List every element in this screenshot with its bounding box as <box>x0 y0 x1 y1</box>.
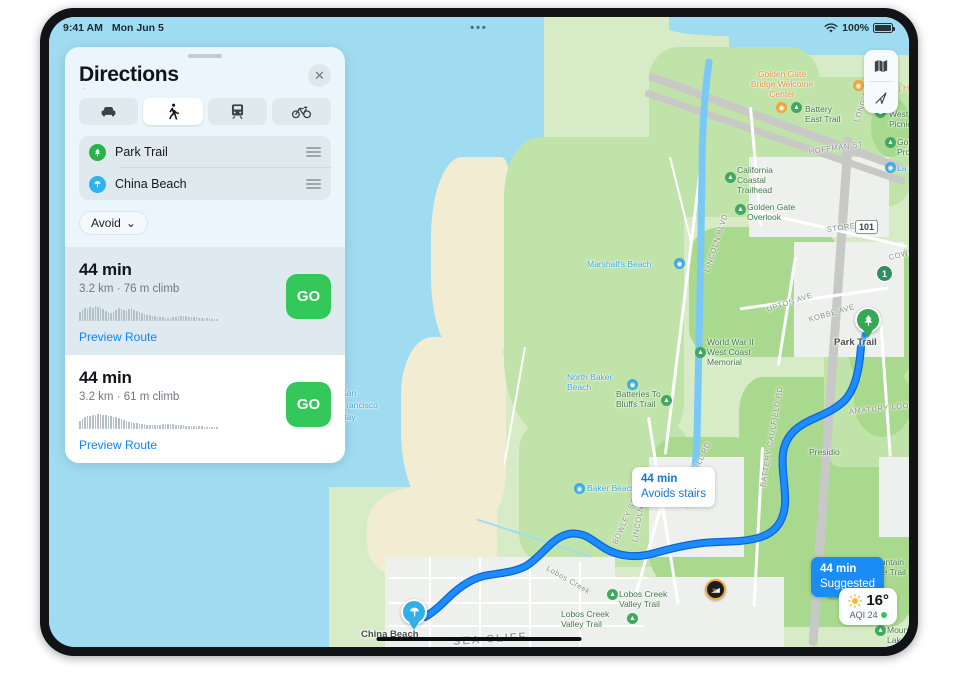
highway-shield: 1 <box>876 265 893 282</box>
route-option-card[interactable]: 44 min 3.2 km · 76 m climb Preview Route GO <box>65 247 345 355</box>
weather-aqi: AQI 24 <box>847 610 889 620</box>
battery-percent: 100% <box>842 22 869 34</box>
endpoint-row-destination[interactable]: China Beach <box>79 168 331 200</box>
close-icon: ✕ <box>314 67 325 83</box>
avoid-label: Avoid <box>91 216 121 230</box>
transport-mode-tabs <box>65 87 345 125</box>
route-endpoints: Park Trail China Beach · · · <box>79 77 331 200</box>
reorder-handle-icon[interactable] <box>306 147 321 157</box>
route-card-info: 44 min 3.2 km · 61 m climb Preview Route <box>79 368 286 452</box>
aqi-status-dot <box>880 612 887 618</box>
weather-widget[interactable]: 16° AQI 24 <box>839 588 897 625</box>
map-pin-end[interactable] <box>401 599 427 625</box>
camera-indicator: ••• <box>470 22 488 34</box>
elevation-profile-chart <box>79 302 286 321</box>
poi-dot-golden-gate-promenade[interactable]: ▲ <box>885 137 896 148</box>
status-bar-right: 100% <box>824 22 909 34</box>
endpoint-name: Park Trail <box>115 145 168 159</box>
wifi-icon <box>824 22 838 33</box>
steep-descent-icon <box>711 587 720 593</box>
poi-dot-lobos-creek-trail-a[interactable]: ▲ <box>607 589 618 600</box>
tab-walk[interactable] <box>143 98 203 125</box>
umbrella-icon <box>409 607 419 617</box>
maneuver-badge-steep-descent[interactable] <box>705 579 726 600</box>
ipad-screen: ◉ ◉ ▲ ▲ ▲ ◉ ▲ ▲ ◉ ◉ ▲ ▲ ◉ ▲ ▲ ▲ ▲ ▲ San … <box>49 17 909 647</box>
chevron-down-icon: ⌄ <box>125 216 136 230</box>
route-card-info: 44 min 3.2 km · 76 m climb Preview Route <box>79 260 286 344</box>
tab-cycle[interactable] <box>271 98 331 125</box>
poi-dot-battery-east-trail[interactable]: ▲ <box>791 102 802 113</box>
train-icon <box>231 104 243 119</box>
map-controls <box>864 50 898 113</box>
tree-pin-icon <box>89 143 106 161</box>
battery-icon <box>873 23 895 33</box>
route-duration: 44 min <box>79 368 132 387</box>
route-duration: 44 min <box>79 260 132 279</box>
elevation-profile-chart <box>79 410 286 429</box>
poi-dot-batteries-to-bluffs[interactable]: ▲ <box>661 395 672 406</box>
locate-me-button[interactable] <box>864 82 898 113</box>
route-distance-climb: 3.2 km · 61 m climb <box>79 391 180 403</box>
umbrella-pin-icon <box>89 175 106 193</box>
home-indicator <box>376 636 582 641</box>
poi-dot-welcome-center[interactable]: ◉ <box>776 102 787 113</box>
status-bar-left: 9:41 AM Mon Jun 5 <box>49 22 164 34</box>
callout-alt-note: Avoids stairs <box>641 487 706 500</box>
status-time: 9:41 AM <box>63 22 103 34</box>
go-button[interactable]: GO <box>286 274 331 319</box>
tree-icon <box>864 314 872 326</box>
poi-dot-marshalls-beach[interactable]: ◉ <box>674 258 685 269</box>
callout-alt-time: 44 min <box>641 473 678 485</box>
route-options-list: 44 min 3.2 km · 76 m climb Preview Route GO… <box>65 247 345 463</box>
weather-top-row: 16° <box>847 592 889 609</box>
poi-dot-north-baker-beach[interactable]: ◉ <box>627 379 638 390</box>
tab-transit[interactable] <box>207 98 267 125</box>
go-button[interactable]: GO <box>286 382 331 427</box>
callout-main-time: 44 min <box>820 563 857 575</box>
endpoint-row-origin[interactable]: Park Trail <box>79 136 331 168</box>
ipad-device-frame: ◉ ◉ ▲ ▲ ▲ ◉ ▲ ▲ ◉ ◉ ▲ ▲ ◉ ▲ ▲ ▲ ▲ ▲ San … <box>40 8 918 656</box>
poi-dot-warming-hut[interactable]: ◉ <box>853 80 864 91</box>
panel-header: Directions ✕ <box>65 58 345 87</box>
poi-dot-golden-gate-overlook[interactable]: ▲ <box>735 204 746 215</box>
endpoint-name: China Beach <box>115 177 187 191</box>
poi-dot-mountain-lake-park[interactable]: ▲ <box>875 625 886 636</box>
sun-icon <box>848 593 863 608</box>
map-layers-button[interactable] <box>864 50 898 81</box>
location-arrow-icon <box>875 91 887 104</box>
car-icon <box>101 106 116 117</box>
reorder-handle-icon[interactable] <box>306 179 321 189</box>
walking-icon <box>169 103 180 120</box>
poi-dot-ww2-memorial[interactable]: ▲ <box>695 347 706 358</box>
route-option-card[interactable]: 44 min 3.2 km · 61 m climb Preview Route GO <box>65 355 345 463</box>
map-pin-start-label: Park Trail <box>834 337 877 348</box>
tab-drive[interactable] <box>79 98 139 125</box>
preview-route-link[interactable]: Preview Route <box>79 330 286 344</box>
poi-dot-california-coastal[interactable]: ▲ <box>725 172 736 183</box>
map-pin-start[interactable] <box>855 307 881 333</box>
status-bar: 9:41 AM Mon Jun 5 ••• 100% <box>49 17 909 39</box>
avoid-dropdown[interactable]: Avoid ⌄ <box>79 211 148 235</box>
poi-dot-lobos-creek-trail-b[interactable]: ▲ <box>627 613 638 624</box>
directions-panel: Directions ✕ Park Trail China Beach · · … <box>65 47 345 463</box>
page-title: Directions <box>79 63 179 86</box>
highway-shield: 101 <box>855 220 879 234</box>
poi-dot-baker-beach[interactable]: ◉ <box>574 483 585 494</box>
poi-dot-la-petite-baleen[interactable]: ◉ <box>885 162 896 173</box>
preview-route-link[interactable]: Preview Route <box>79 438 286 452</box>
weather-temperature: 16° <box>866 592 889 609</box>
status-date: Mon Jun 5 <box>111 22 164 34</box>
aqi-label: AQI 24 <box>849 610 878 620</box>
route-distance-climb: 3.2 km · 76 m climb <box>79 283 180 295</box>
close-button[interactable]: ✕ <box>308 63 331 87</box>
map-layers-icon <box>874 59 888 72</box>
bicycle-icon <box>291 106 311 119</box>
route-callout-alternate[interactable]: 44 min Avoids stairs <box>632 467 715 507</box>
